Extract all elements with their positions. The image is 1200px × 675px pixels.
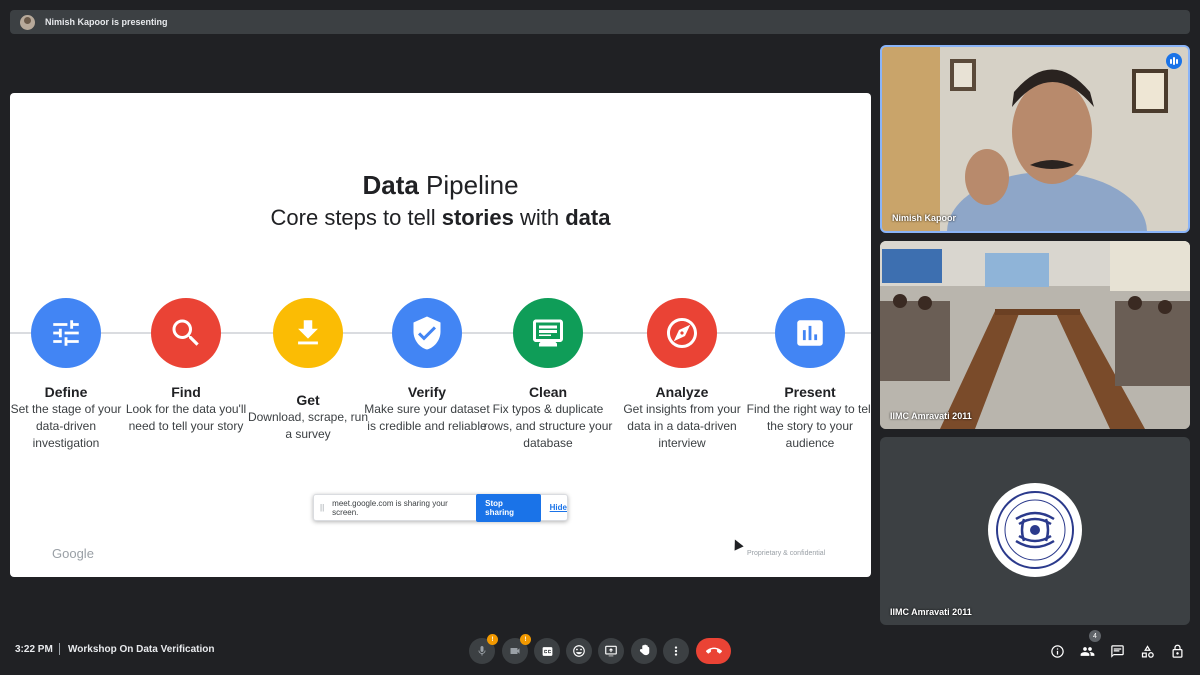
more-options-button[interactable] — [663, 638, 689, 664]
hide-share-bar-link[interactable]: Hide — [550, 503, 567, 512]
reactions-button[interactable] — [566, 638, 592, 664]
shapes-icon — [1141, 644, 1154, 658]
microphone-button[interactable]: ! — [469, 634, 498, 664]
hang-up-icon — [705, 647, 722, 654]
camera-icon — [510, 648, 520, 654]
lock-person-icon — [1172, 644, 1182, 658]
chat-icon — [1110, 644, 1124, 658]
captions-icon — [542, 646, 552, 656]
pipeline-step-verify: Verify Make sure your dataset is credibl… — [362, 298, 492, 435]
leave-call-button[interactable] — [696, 638, 731, 664]
bar-chart-icon — [775, 298, 845, 368]
drag-handle-icon[interactable]: || — [320, 503, 324, 512]
pipeline-step-analyze: Analyze Get insights from your data in a… — [617, 298, 747, 452]
present-icon — [605, 645, 617, 657]
participant-tile-presenter[interactable]: Nimish Kapoor — [880, 45, 1190, 233]
presenter-video — [882, 47, 1188, 231]
clock-time: 3:22 PM — [15, 644, 53, 655]
camera-button[interactable]: ! — [502, 634, 531, 664]
iimc-logo-avatar — [988, 483, 1082, 577]
google-logo: Google — [52, 546, 94, 561]
search-icon — [151, 298, 221, 368]
slide-subtitle: Core steps to tell stories with data — [270, 205, 611, 230]
mic-warning-badge: ! — [487, 634, 498, 645]
present-screen-button[interactable] — [598, 638, 624, 664]
participant-tile-iimc[interactable]: IIMC Amravati 2011 — [880, 437, 1190, 625]
classroom-video — [880, 241, 1190, 429]
activities-button[interactable] — [1136, 640, 1158, 662]
speaking-indicator-icon — [1166, 53, 1182, 69]
pipeline-step-present: Present Find the right way to tell the s… — [745, 298, 871, 452]
screen-share-bar: || meet.google.com is sharing your scree… — [313, 493, 568, 522]
participant-name: IIMC Amravati 2011 — [890, 411, 972, 421]
presenter-avatar — [20, 14, 35, 30]
more-vert-icon — [674, 646, 678, 656]
meeting-info-button[interactable] — [1046, 640, 1068, 662]
pipeline-step-get: Get Download, scrape, run a survey — [243, 298, 373, 443]
participant-name: IIMC Amravati 2011 — [890, 607, 972, 617]
divider — [59, 643, 60, 655]
hand-icon — [639, 644, 650, 656]
host-controls-button[interactable] — [1166, 640, 1188, 662]
slide-title: Data Pipeline — [362, 170, 519, 200]
shield-check-icon — [392, 298, 462, 368]
mouse-cursor-icon — [730, 537, 744, 551]
compass-icon — [647, 298, 717, 368]
emoji-icon — [573, 645, 585, 657]
participant-tile-classroom[interactable]: IIMC Amravati 2011 — [880, 241, 1190, 429]
download-icon — [273, 298, 343, 368]
pipeline-step-define: Define Set the stage of your data-driven… — [10, 298, 131, 452]
people-icon — [1080, 646, 1094, 656]
list-icon — [513, 298, 583, 368]
bottom-control-bar: 3:22 PM Workshop On Data Verification ! … — [0, 628, 1200, 675]
confidential-note: Proprietary & confidential — [747, 550, 826, 557]
info-icon — [1050, 644, 1064, 658]
participant-name: Nimish Kapoor — [892, 213, 957, 223]
pipeline-step-clean: Clean Fix typos & duplicate rows, and st… — [483, 298, 613, 452]
meeting-title: Workshop On Data Verification — [68, 644, 215, 655]
pipeline-step-find: Find Look for the data you'll need to te… — [121, 298, 251, 435]
presenting-banner: Nimish Kapoor is presenting — [10, 10, 1190, 34]
people-button[interactable] — [1076, 640, 1098, 662]
captions-button[interactable] — [534, 638, 560, 664]
camera-warning-badge: ! — [520, 634, 531, 645]
share-status-text: meet.google.com is sharing your screen. — [332, 498, 448, 517]
chat-button[interactable] — [1106, 640, 1128, 662]
stop-sharing-button[interactable]: Stop sharing — [476, 493, 541, 522]
microphone-icon — [478, 646, 486, 656]
raise-hand-button[interactable] — [631, 638, 657, 664]
people-count-badge: 4 — [1089, 630, 1101, 642]
sliders-icon — [31, 298, 101, 368]
presenting-text: Nimish Kapoor is presenting — [45, 17, 168, 27]
